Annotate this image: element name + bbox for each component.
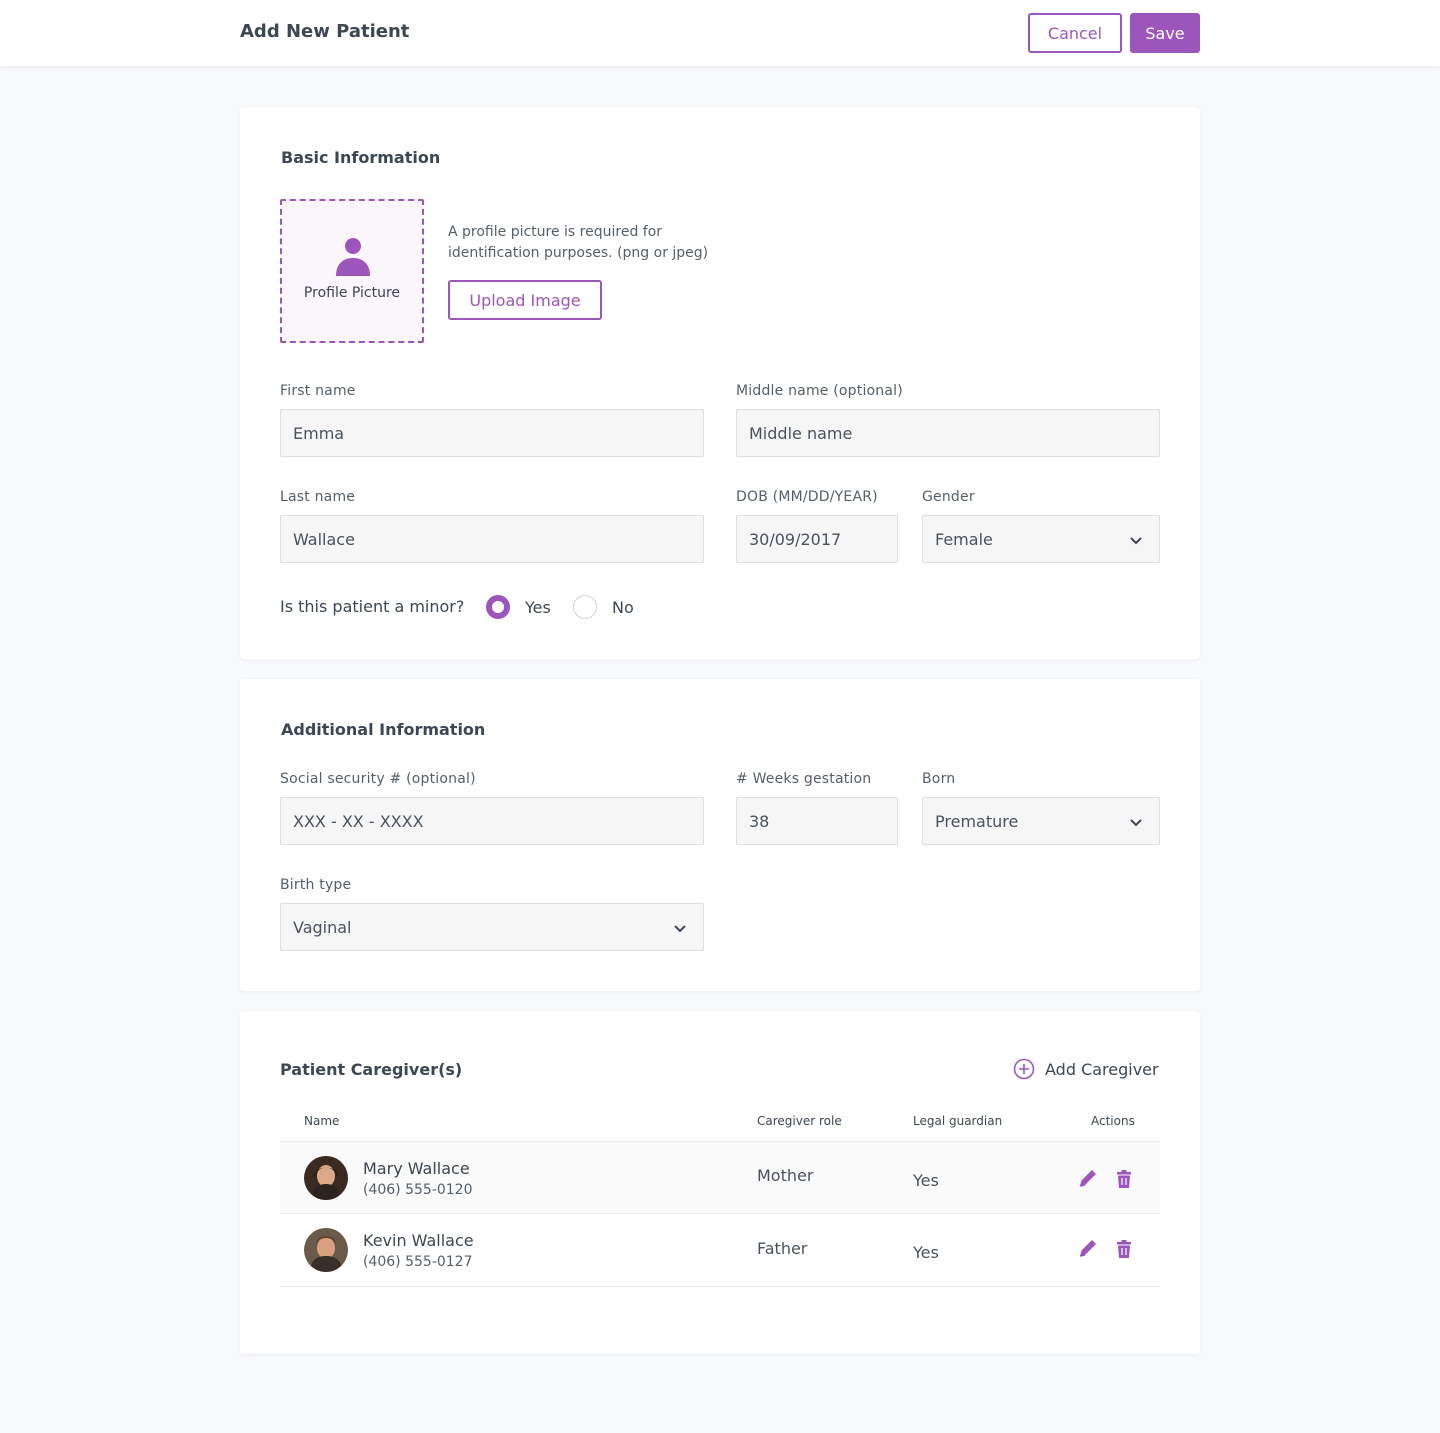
weeks-gestation-value: 38 [749,811,770,831]
caregiver-name: Mary Wallace [363,1159,470,1178]
caregiver-guardian: Yes [913,1243,939,1262]
column-header-actions: Actions [1091,1114,1135,1128]
avatar [304,1228,348,1272]
additional-information-title: Additional Information [281,720,486,739]
first-name-input[interactable]: Emma [280,409,704,457]
basic-information-title: Basic Information [281,148,441,167]
born-value: Premature [935,811,1019,831]
add-caregiver-button[interactable]: Add Caregiver [1013,1057,1159,1081]
dob-label: DOB (MM/DD/YEAR) [736,489,878,505]
dob-value: 30/09/2017 [749,529,842,549]
ssn-input[interactable]: XXX - XX - XXXX [280,797,704,845]
profile-help-text: A profile picture is required for identi… [448,224,709,261]
caregiver-phone: (406) 555-0120 [363,1182,473,1198]
birth-type-value: Vaginal [293,917,352,937]
minor-question: Is this patient a minor? [280,597,465,616]
caregiver-phone: (406) 555-0127 [363,1254,473,1270]
caregiver-guardian: Yes [913,1171,939,1190]
profile-picture-label: Profile Picture [303,285,401,301]
minor-yes-radio[interactable] [486,595,510,619]
birth-type-select[interactable]: Vaginal [280,903,704,951]
last-name-label: Last name [280,489,356,505]
born-label: Born [922,771,956,787]
caregivers-title: Patient Caregiver(s) [280,1060,463,1079]
minor-no-radio[interactable] [573,595,597,619]
weeks-gestation-label: # Weeks gestation [736,771,872,787]
ssn-placeholder: XXX - XX - XXXX [293,811,424,831]
caregivers-card: Patient Caregiver(s) Add Caregiver Name … [240,1011,1200,1354]
trash-icon[interactable] [1113,1238,1135,1260]
chevron-down-icon [1130,537,1142,545]
upload-image-button[interactable]: Upload Image [448,280,602,320]
first-name-label: First name [280,383,356,399]
ssn-label: Social security # (optional) [280,771,476,787]
caregiver-role: Mother [757,1166,814,1185]
avatar [304,1156,348,1200]
table-row: Mary Wallace (406) 555-0120 Mother Yes [280,1141,1160,1214]
gender-label: Gender [922,489,975,505]
trash-icon[interactable] [1113,1168,1135,1190]
last-name-input[interactable]: Wallace [280,515,704,563]
middle-name-label: Middle name (optional) [736,383,903,399]
gender-select[interactable]: Female [922,515,1160,563]
column-header-role: Caregiver role [757,1114,842,1128]
birth-type-label: Birth type [280,877,352,893]
chevron-down-icon [674,925,686,933]
chevron-down-icon [1130,819,1142,827]
caregiver-role: Father [757,1239,808,1258]
minor-no-label: No [612,598,634,617]
table-row: Kevin Wallace (406) 555-0127 Father Yes [280,1214,1160,1287]
weeks-gestation-input[interactable]: 38 [736,797,898,845]
user-icon [336,238,370,276]
first-name-value: Emma [293,423,345,443]
top-bar: Add New Patient Cancel Save [0,0,1440,67]
add-caregiver-label: Add Caregiver [1045,1059,1159,1079]
middle-name-input[interactable]: Middle name [736,409,1160,457]
born-select[interactable]: Premature [922,797,1160,845]
page-title: Add New Patient [240,21,410,42]
basic-information-card: Basic Information Profile Picture A prof… [240,107,1200,659]
gender-value: Female [935,529,993,549]
profile-picture-dropzone[interactable]: Profile Picture [280,199,424,343]
plus-circle-icon [1013,1058,1035,1080]
caregiver-name: Kevin Wallace [363,1231,474,1250]
minor-yes-label: Yes [525,598,551,617]
additional-information-card: Additional Information Social security #… [240,679,1200,991]
pencil-icon[interactable] [1077,1237,1099,1259]
last-name-value: Wallace [293,529,355,549]
pencil-icon[interactable] [1077,1167,1099,1189]
column-header-guardian: Legal guardian [913,1114,1003,1128]
middle-name-placeholder: Middle name [749,423,853,443]
dob-input[interactable]: 30/09/2017 [736,515,898,563]
column-header-name: Name [304,1114,340,1128]
cancel-button[interactable]: Cancel [1028,13,1122,53]
save-button[interactable]: Save [1130,13,1200,53]
